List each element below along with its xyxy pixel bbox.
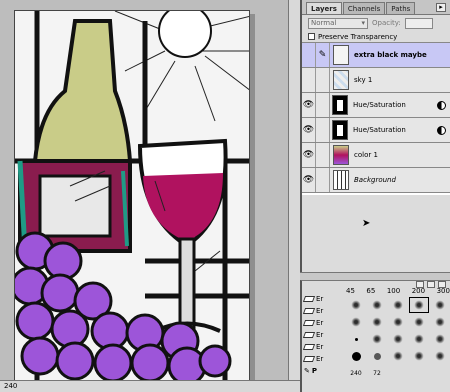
history-item[interactable]: Er	[302, 317, 342, 329]
eraser-icon	[302, 308, 316, 314]
history-item[interactable]: Er	[302, 329, 342, 341]
layer-row-hue-sat-1[interactable]: 👁 Hue/Saturation	[302, 93, 450, 118]
opacity-label: Opacity:	[372, 19, 401, 27]
layer-row-extra-black[interactable]: ✎ extra black maybe	[302, 43, 450, 68]
brush-cell[interactable]	[409, 331, 429, 347]
history-item[interactable]: Er	[302, 353, 342, 365]
brush-cell[interactable]	[367, 348, 387, 364]
brush-cell[interactable]	[430, 314, 450, 330]
paintbrush-icon: ✎	[304, 367, 310, 375]
brush-cell[interactable]	[367, 331, 387, 347]
brush-cell[interactable]	[346, 348, 366, 364]
link-column[interactable]	[316, 93, 330, 117]
visibility-toggle[interactable]	[302, 43, 316, 67]
history-list: Er Er Er Er Er Er ✎ P	[302, 293, 342, 377]
brush-cell[interactable]	[346, 314, 366, 330]
history-item[interactable]: ✎ P	[304, 365, 342, 377]
paintbrush-icon[interactable]: ✎	[316, 43, 330, 67]
status-bar: 240	[0, 380, 300, 392]
brushes-palette: Er Er Er Er Er Er ✎P 45 65 100 200 300	[300, 280, 450, 392]
layer-name: extra black maybe	[354, 51, 427, 59]
layer-row-background[interactable]: 👁 Background	[302, 168, 450, 193]
palette-tab-row: Layers Channels Paths ▸	[302, 0, 450, 15]
layer-thumbnail	[333, 170, 349, 190]
layer-name: color 1	[354, 151, 378, 159]
eye-icon[interactable]: 👁	[302, 168, 316, 192]
brush-size-labels: 45 65 100 200 300	[346, 287, 450, 295]
stained-glass-artwork	[15, 11, 249, 387]
layer-row-color[interactable]: 👁 color 1	[302, 143, 450, 168]
brush-cell[interactable]	[388, 331, 408, 347]
layer-row-sky[interactable]: sky 1	[302, 68, 450, 93]
link-column[interactable]	[316, 68, 330, 92]
layer-name: sky 1	[354, 76, 373, 84]
eye-icon[interactable]: 👁	[302, 93, 316, 117]
layer-name: Background	[354, 176, 396, 184]
brush-cell[interactable]	[409, 348, 429, 364]
eraser-icon	[302, 332, 316, 338]
palette-menu-arrow-icon[interactable]: ▸	[436, 3, 446, 12]
preserve-transparency-label: Preserve Transparency	[318, 32, 398, 41]
brush-cell[interactable]	[367, 297, 387, 313]
brush-cell[interactable]	[409, 297, 429, 313]
artwork-document[interactable]	[14, 10, 250, 388]
history-item[interactable]: Er	[302, 305, 342, 317]
mouse-cursor-icon: ➤	[362, 218, 371, 229]
tab-layers[interactable]: Layers	[306, 2, 342, 14]
eraser-icon	[302, 320, 316, 326]
blend-mode-select[interactable]: Normal	[308, 17, 368, 29]
layer-row-hue-sat-2[interactable]: 👁 Hue/Saturation	[302, 118, 450, 143]
brush-size-number: 240	[350, 369, 362, 377]
layers-palette: Layers Channels Paths ▸ Normal Opacity: …	[300, 0, 450, 285]
adjustment-layer-icon	[437, 126, 446, 135]
layer-thumbnail	[333, 145, 349, 165]
vertical-scrollbar[interactable]	[288, 0, 300, 380]
brush-cell[interactable]	[430, 348, 450, 364]
opacity-field[interactable]	[404, 17, 433, 29]
preserve-transparency-checkbox[interactable]	[308, 33, 315, 40]
brush-cell[interactable]	[409, 314, 429, 330]
tab-channels[interactable]: Channels	[342, 2, 386, 14]
tab-paths[interactable]: Paths	[386, 2, 416, 14]
brush-cell[interactable]	[430, 297, 450, 313]
blend-row: Normal Opacity:	[302, 15, 450, 31]
layer-name: Hue/Saturation	[353, 126, 406, 134]
layer-thumbnail	[333, 45, 349, 65]
brush-cells: 240 72	[346, 297, 450, 381]
preserve-transparency-row: Preserve Transparency	[302, 31, 450, 43]
eraser-icon	[302, 344, 316, 350]
document-shadow	[250, 14, 255, 390]
layer-mask-thumbnail	[332, 95, 348, 115]
canvas-area[interactable]: 240	[0, 0, 300, 392]
brush-cell[interactable]	[388, 297, 408, 313]
visibility-toggle[interactable]	[302, 68, 316, 92]
status-text: 240	[4, 382, 18, 390]
brush-cell[interactable]	[388, 348, 408, 364]
eye-icon[interactable]: 👁	[302, 143, 316, 167]
eye-icon[interactable]: 👁	[302, 118, 316, 142]
brush-grid: 45 65 100 200 300 240 72	[346, 287, 450, 381]
brush-cell[interactable]	[367, 314, 387, 330]
eraser-icon	[302, 296, 316, 302]
link-column[interactable]	[316, 118, 330, 142]
brush-cell[interactable]	[346, 297, 366, 313]
brush-size-number: 72	[373, 369, 381, 377]
brush-cell[interactable]	[388, 314, 408, 330]
layer-mask-thumbnail	[332, 120, 348, 140]
history-item[interactable]: Er	[302, 341, 342, 353]
link-column[interactable]	[316, 168, 330, 192]
layer-name: Hue/Saturation	[353, 101, 406, 109]
link-column[interactable]	[316, 143, 330, 167]
brush-cell[interactable]	[430, 331, 450, 347]
eraser-icon	[302, 356, 316, 362]
layer-list: ✎ extra black maybe sky 1 👁 Hue/Saturati…	[302, 43, 450, 285]
brush-cell[interactable]	[346, 331, 366, 347]
history-item[interactable]: Er	[302, 293, 342, 305]
adjustment-layer-icon	[437, 101, 446, 110]
layer-thumbnail	[333, 70, 349, 90]
